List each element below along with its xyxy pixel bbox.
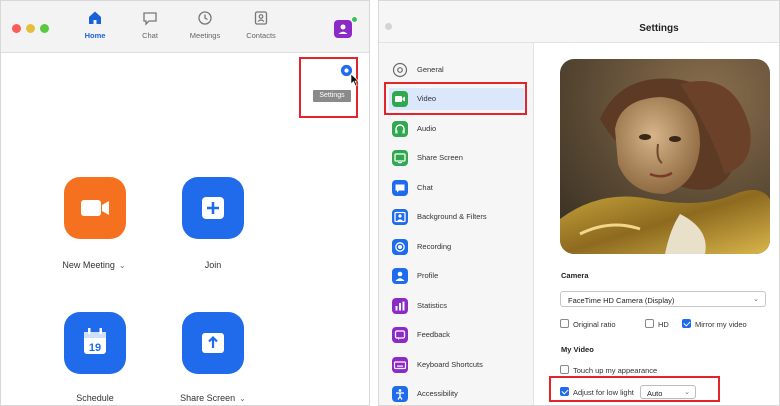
schedule-label: Schedule [76, 393, 114, 403]
low-light-label: Adjust for low light [573, 388, 634, 397]
nav-meetings-label: Meetings [189, 31, 221, 40]
recording-icon [392, 239, 408, 255]
nav-home[interactable]: Home [65, 8, 125, 40]
hd-label: HD [658, 320, 669, 329]
nav-meetings[interactable]: Meetings [175, 8, 235, 40]
plus-icon [202, 197, 224, 219]
camera-preview [560, 59, 770, 254]
home-toolbar: Home Chat Meetings Contacts [1, 1, 369, 53]
home-window: Home Chat Meetings Contacts Settings New… [0, 0, 370, 406]
sidebar-item-label: Recording [417, 242, 452, 251]
sidebar-item-general[interactable]: General [389, 59, 524, 81]
join-button[interactable] [182, 177, 244, 239]
settings-titlebar: Settings [379, 1, 779, 43]
new-meeting-text: New Meeting [62, 260, 115, 270]
sidebar-item-label: Audio [417, 124, 437, 133]
share-screen-icon [202, 333, 224, 353]
video-camera-icon [81, 200, 109, 216]
nav-contacts[interactable]: Contacts [231, 8, 291, 40]
gear-icon [392, 62, 408, 78]
zoom-window-button[interactable] [40, 24, 49, 33]
touch-up-label: Touch up my appearance [573, 366, 658, 375]
sidebar-item-audio[interactable]: Audio [389, 118, 524, 140]
camera-select[interactable]: FaceTime HD Camera (Display) ⌄ [560, 291, 766, 307]
sidebar-item-label: Chat [417, 183, 433, 192]
sidebar-item-background-filters[interactable]: Background & Filters [389, 206, 524, 228]
original-ratio-label: Original ratio [573, 320, 616, 329]
sidebar-item-recording[interactable]: Recording [389, 236, 524, 258]
schedule-button[interactable]: 19 [64, 312, 126, 374]
video-settings-panel: Camera FaceTime HD Camera (Display) ⌄ Or… [535, 43, 779, 405]
mirror-video-checkbox[interactable] [682, 319, 691, 328]
chat-icon [392, 180, 408, 196]
nav-contacts-label: Contacts [246, 31, 276, 40]
share-screen-button[interactable] [182, 312, 244, 374]
avatar-user-icon [338, 24, 348, 34]
sidebar-item-profile[interactable]: Profile [389, 265, 524, 287]
settings-tooltip: Settings [313, 90, 351, 102]
chat-icon [143, 12, 157, 26]
touch-up-checkbox[interactable] [560, 365, 569, 374]
headphones-icon [392, 121, 408, 137]
join-label: Join [204, 260, 222, 270]
low-light-mode-value: Auto [647, 389, 663, 398]
mirror-video-label: Mirror my video [695, 320, 747, 329]
profile-icon [392, 268, 408, 284]
calendar-icon: 19 [84, 328, 106, 354]
share-screen-icon [392, 150, 408, 166]
sidebar-item-share-screen[interactable]: Share Screen [389, 147, 524, 169]
mouse-pointer-icon [350, 73, 360, 87]
sidebar-item-label: Share Screen [417, 153, 463, 162]
camera-preview-image [560, 59, 770, 254]
my-video-heading: My Video [561, 345, 594, 354]
keyboard-icon [392, 357, 408, 373]
nav-chat-label: Chat [142, 31, 158, 40]
sidebar-item-label: Keyboard Shortcuts [417, 360, 483, 369]
settings-window: Settings General Video Audio Share Scree… [378, 0, 780, 406]
contacts-icon [254, 11, 268, 25]
sidebar-item-label: Background & Filters [417, 212, 487, 221]
sidebar-item-label: Statistics [417, 301, 448, 310]
minimize-window-button[interactable] [26, 24, 35, 33]
hd-checkbox[interactable] [645, 319, 654, 328]
new-meeting-button[interactable] [64, 177, 126, 239]
original-ratio-checkbox[interactable] [560, 319, 569, 328]
camera-heading: Camera [561, 271, 589, 280]
profile-avatar[interactable] [334, 20, 352, 38]
close-window-button[interactable] [12, 24, 21, 33]
sidebar-item-label: Profile [417, 271, 439, 280]
nav-home-label: Home [84, 31, 106, 40]
chevron-updown-icon: ⌄ [684, 389, 690, 396]
sidebar-item-keyboard-shortcuts[interactable]: Keyboard Shortcuts [389, 354, 524, 376]
sidebar-item-statistics[interactable]: Statistics [389, 295, 524, 317]
sidebar-item-chat[interactable]: Chat [389, 177, 524, 199]
share-screen-label: Share Screen ⌄ [158, 393, 268, 403]
camera-select-value: FaceTime HD Camera (Display) [568, 296, 675, 305]
chevron-down-icon[interactable]: ⌄ [119, 261, 126, 270]
feedback-icon [392, 327, 408, 343]
sidebar-item-label: Feedback [417, 330, 450, 339]
sidebar-item-label: Accessibility [417, 389, 458, 398]
statistics-icon [392, 298, 408, 314]
low-light-mode-select[interactable]: Auto ⌄ [640, 385, 696, 399]
new-meeting-label: New Meeting ⌄ [39, 260, 149, 270]
online-status-dot [351, 16, 358, 23]
background-icon [392, 209, 408, 225]
clock-icon [198, 11, 212, 25]
chevron-down-icon[interactable]: ⌄ [239, 394, 246, 403]
video-highlight-box [384, 82, 527, 115]
settings-title: Settings [639, 23, 679, 34]
sidebar-item-accessibility[interactable]: Accessibility [389, 383, 524, 405]
chevron-updown-icon: ⌄ [753, 296, 759, 303]
calendar-day: 19 [89, 342, 101, 354]
sidebar-item-label: General [417, 65, 444, 74]
sidebar-item-feedback[interactable]: Feedback [389, 324, 524, 346]
share-screen-text: Share Screen [180, 393, 236, 403]
home-icon [89, 11, 101, 24]
low-light-checkbox[interactable] [560, 387, 569, 396]
nav-chat[interactable]: Chat [120, 8, 180, 40]
accessibility-icon [392, 386, 408, 402]
